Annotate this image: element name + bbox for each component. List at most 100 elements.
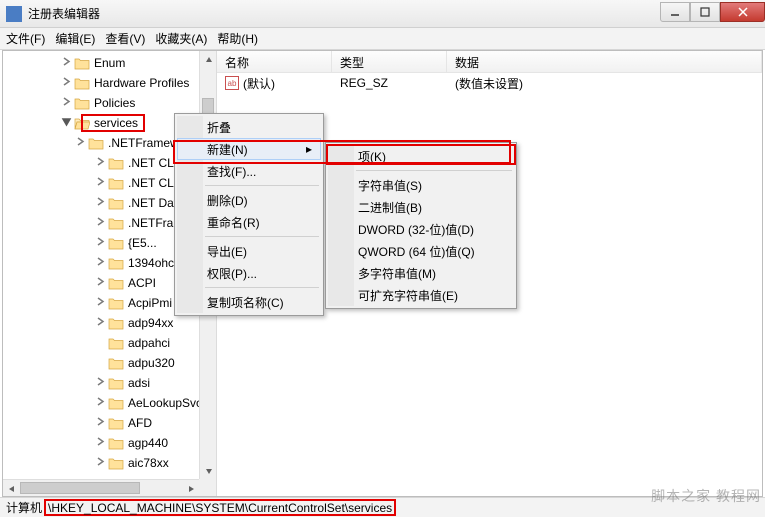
tree-node[interactable]: AFD xyxy=(3,413,216,433)
folder-icon xyxy=(108,156,124,170)
menu-item-rename[interactable]: 重命名(R) xyxy=(177,211,321,233)
tree-node[interactable]: Hardware Profiles xyxy=(3,73,216,93)
expand-toggle-icon[interactable] xyxy=(61,116,74,130)
folder-icon xyxy=(108,376,124,390)
folder-icon xyxy=(108,456,124,470)
menu-item-permissions[interactable]: 权限(P)... xyxy=(177,262,321,284)
menu-item-delete[interactable]: 删除(D) xyxy=(177,189,321,211)
menu-item-collapse[interactable]: 折叠 xyxy=(177,116,321,138)
expand-toggle-icon[interactable] xyxy=(95,276,108,290)
folder-icon xyxy=(108,236,124,250)
scroll-right-button[interactable] xyxy=(182,480,199,496)
menu-file[interactable]: 文件(F) xyxy=(6,30,45,47)
menu-view[interactable]: 查看(V) xyxy=(105,30,145,47)
close-button[interactable] xyxy=(720,2,765,22)
expand-toggle-icon[interactable] xyxy=(95,236,108,250)
expand-toggle-icon[interactable] xyxy=(95,456,108,470)
menu-separator xyxy=(205,185,319,186)
tree-node[interactable]: agp440 xyxy=(3,433,216,453)
scroll-corner xyxy=(199,479,216,496)
expand-toggle-icon[interactable] xyxy=(95,296,108,310)
scroll-thumb[interactable] xyxy=(20,482,140,494)
expand-toggle-icon[interactable] xyxy=(95,436,108,450)
expand-toggle-icon[interactable] xyxy=(95,356,108,370)
folder-icon xyxy=(108,436,124,450)
expand-toggle-icon[interactable] xyxy=(95,416,108,430)
tree-node[interactable]: Policies xyxy=(3,93,216,113)
submenu-item-string[interactable]: 字符串值(S) xyxy=(328,174,514,196)
expand-toggle-icon[interactable] xyxy=(95,176,108,190)
menu-favorites[interactable]: 收藏夹(A) xyxy=(155,30,207,47)
folder-icon xyxy=(74,96,90,110)
tree-horizontal-scrollbar[interactable] xyxy=(3,479,199,496)
expand-toggle-icon[interactable] xyxy=(95,156,108,170)
column-data[interactable]: 数据 xyxy=(447,51,762,72)
scroll-down-button[interactable] xyxy=(200,462,217,479)
submenu-item-dword[interactable]: DWORD (32-位)值(D) xyxy=(328,218,514,240)
minimize-button[interactable] xyxy=(660,2,690,22)
expand-toggle-icon[interactable] xyxy=(95,196,108,210)
tree-node[interactable]: adsi xyxy=(3,373,216,393)
menu-item-export[interactable]: 导出(E) xyxy=(177,240,321,262)
tree-node-label: adp94xx xyxy=(128,316,173,330)
submenu-item-multistring[interactable]: 多字符串值(M) xyxy=(328,262,514,284)
menu-edit[interactable]: 编辑(E) xyxy=(55,30,95,47)
submenu-item-expandstring[interactable]: 可扩充字符串值(E) xyxy=(328,284,514,306)
menu-bar: 文件(F) 编辑(E) 查看(V) 收藏夹(A) 帮助(H) xyxy=(0,28,765,50)
menu-separator xyxy=(205,236,319,237)
column-name[interactable]: 名称 xyxy=(217,51,332,72)
expand-toggle-icon[interactable] xyxy=(61,76,74,90)
submenu-item-binary[interactable]: 二进制值(B) xyxy=(328,196,514,218)
tree-node-label: adpahci xyxy=(128,336,170,350)
tree-node-label: Policies xyxy=(94,96,135,110)
menu-help[interactable]: 帮助(H) xyxy=(217,30,258,47)
annotation-highlight xyxy=(81,114,145,132)
expand-toggle-icon[interactable] xyxy=(95,336,108,350)
tree-node[interactable]: adp94xx xyxy=(3,313,216,333)
folder-icon xyxy=(88,136,104,150)
folder-icon xyxy=(108,216,124,230)
expand-toggle-icon[interactable] xyxy=(95,256,108,270)
expand-toggle-icon[interactable] xyxy=(95,316,108,330)
folder-icon xyxy=(74,76,90,90)
tree-node[interactable]: AeLookupSvc xyxy=(3,393,216,413)
column-type[interactable]: 类型 xyxy=(332,51,447,72)
scroll-left-button[interactable] xyxy=(3,480,20,496)
tree-node[interactable]: Enum xyxy=(3,53,216,73)
string-value-icon: ab xyxy=(225,76,239,90)
window-title: 注册表编辑器 xyxy=(28,5,660,22)
scroll-up-button[interactable] xyxy=(200,51,217,68)
expand-toggle-icon[interactable] xyxy=(61,56,74,70)
folder-icon xyxy=(108,396,124,410)
folder-icon xyxy=(108,416,124,430)
tree-node-label: aic78xx xyxy=(128,456,169,470)
folder-icon xyxy=(108,256,124,270)
maximize-button[interactable] xyxy=(690,2,720,22)
tree-node-label: 1394ohci xyxy=(128,256,177,270)
folder-icon xyxy=(108,356,124,370)
folder-icon xyxy=(108,296,124,310)
value-data: (数值未设置) xyxy=(447,75,762,92)
expand-toggle-icon[interactable] xyxy=(61,96,74,110)
tree-node[interactable]: adpahci xyxy=(3,333,216,353)
value-row[interactable]: ab (默认) REG_SZ (数值未设置) xyxy=(217,73,762,93)
expand-toggle-icon[interactable] xyxy=(95,376,108,390)
tree-node-label: agp440 xyxy=(128,436,168,450)
tree-node-label: Enum xyxy=(94,56,125,70)
window-controls xyxy=(660,6,765,22)
app-icon xyxy=(6,6,22,22)
tree-node-label: ACPI xyxy=(128,276,156,290)
tree-node[interactable]: aic78xx xyxy=(3,453,216,473)
tree-node[interactable]: adpu320 xyxy=(3,353,216,373)
expand-toggle-icon[interactable] xyxy=(95,216,108,230)
expand-toggle-icon[interactable] xyxy=(75,136,88,150)
submenu-item-qword[interactable]: QWORD (64 位)值(Q) xyxy=(328,240,514,262)
status-bar: 计算机 \HKEY_LOCAL_MACHINE\SYSTEM\CurrentCo… xyxy=(0,497,765,517)
folder-icon xyxy=(108,316,124,330)
menu-item-copy-key-name[interactable]: 复制项名称(C) xyxy=(177,291,321,313)
tree-node-label: adpu320 xyxy=(128,356,175,370)
tree-node-label: AcpiPmi xyxy=(128,296,172,310)
expand-toggle-icon[interactable] xyxy=(95,396,108,410)
list-header: 名称 类型 数据 xyxy=(217,51,762,73)
menu-separator xyxy=(205,287,319,288)
